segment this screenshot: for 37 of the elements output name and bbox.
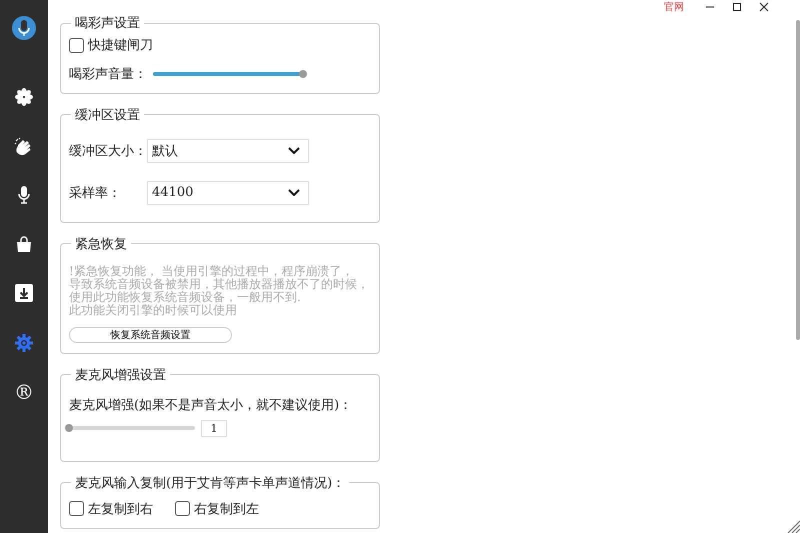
close-icon[interactable] xyxy=(759,2,769,12)
section-title: 紧急恢复 xyxy=(74,236,128,252)
scrollbar[interactable] xyxy=(796,20,800,340)
download-icon xyxy=(15,284,33,302)
maximize-icon[interactable] xyxy=(732,2,742,12)
website-link[interactable]: 官网 xyxy=(664,0,684,14)
section-title: 缓冲区设置 xyxy=(74,106,141,124)
field-label: 采样率： xyxy=(69,184,122,202)
checkbox-label: 左复制到右 xyxy=(88,500,153,518)
section-title: 喝彩声设置 xyxy=(74,15,141,32)
checkbox[interactable] xyxy=(69,38,84,52)
chevron-down-icon xyxy=(288,147,300,154)
volume-label: 喝彩声音量： xyxy=(69,66,148,82)
boost-label: 麦克风增强(如果不是声音太小，就不建议使用)： xyxy=(69,396,354,414)
checkbox[interactable] xyxy=(69,501,84,516)
field-label: 缓冲区大小： xyxy=(69,142,147,160)
settings-icon xyxy=(14,333,34,353)
registered-icon: ® xyxy=(14,382,34,402)
checkbox[interactable] xyxy=(175,501,190,516)
section-title: 麦克风输入复制(用于艾肯等声卡单声道情况)： xyxy=(74,474,346,492)
microphone-logo-icon xyxy=(12,16,36,40)
sidebar-item[interactable]: ® xyxy=(0,382,48,431)
checkbox-label: 快捷键闸刀 xyxy=(88,37,153,54)
shopping-bag-icon xyxy=(15,235,33,253)
chevron-down-icon xyxy=(288,189,300,196)
dropdown[interactable]: 默认 xyxy=(147,138,309,162)
section-title: 麦克风增强设置 xyxy=(74,366,167,384)
slider-thumb[interactable] xyxy=(65,424,73,432)
flower-icon xyxy=(15,88,33,106)
value-field[interactable]: 1 xyxy=(201,420,227,436)
resize-grip-icon[interactable] xyxy=(786,519,800,533)
microphone-icon xyxy=(18,186,30,204)
restore-button[interactable]: 恢复系统音频设置 xyxy=(69,326,232,342)
slider-thumb[interactable] xyxy=(299,70,307,78)
warning-text: !紧急恢复功能， 当使用引擎的过程中，程序崩溃了， 导致系统音频设备被禁用，其他播放器播放不了的时候， 使用此功能恢复系统音频设备，一般用不到. 此功能关闭引擎的时候可以使用 xyxy=(69,264,370,316)
dropdown[interactable]: 44100 xyxy=(147,180,309,204)
checkbox-label: 右复制到左 xyxy=(194,500,259,518)
